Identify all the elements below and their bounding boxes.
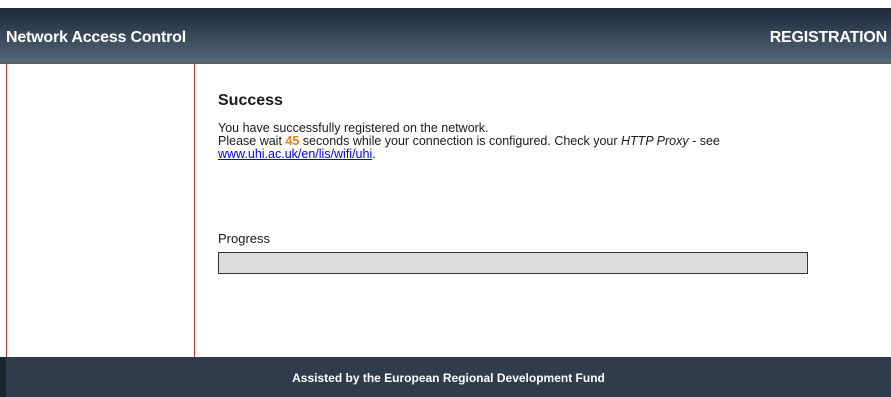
link-line: www.uhi.ac.uk/en/lis/wifi/uhi. bbox=[218, 148, 868, 161]
page-title: Success bbox=[218, 92, 283, 109]
left-border bbox=[6, 64, 7, 357]
header-bar: Network Access Control REGISTRATION bbox=[0, 8, 891, 64]
wait-suffix: - see bbox=[688, 134, 720, 148]
progress-label: Progress bbox=[218, 231, 271, 246]
countdown-seconds: 45 bbox=[285, 134, 300, 148]
status-message: You have successfully registered on the … bbox=[218, 122, 868, 161]
sidebar-divider bbox=[194, 64, 195, 357]
section-title: REGISTRATION bbox=[769, 29, 888, 46]
footer-text: Assisted by the European Regional Develo… bbox=[292, 371, 605, 385]
footer-bar: Assisted by the European Regional Develo… bbox=[0, 357, 891, 397]
main-content: Success You have successfully registered… bbox=[218, 90, 868, 161]
proxy-term: HTTP Proxy bbox=[621, 134, 689, 148]
progress-bar bbox=[218, 252, 808, 274]
wait-middle: seconds while your connection is configu… bbox=[299, 134, 622, 148]
top-strip bbox=[0, 0, 891, 8]
link-period: . bbox=[372, 147, 376, 161]
wifi-help-link[interactable]: www.uhi.ac.uk/en/lis/wifi/uhi bbox=[218, 147, 372, 161]
app-title: Network Access Control bbox=[6, 29, 186, 46]
wait-prefix: Please wait bbox=[218, 134, 286, 148]
